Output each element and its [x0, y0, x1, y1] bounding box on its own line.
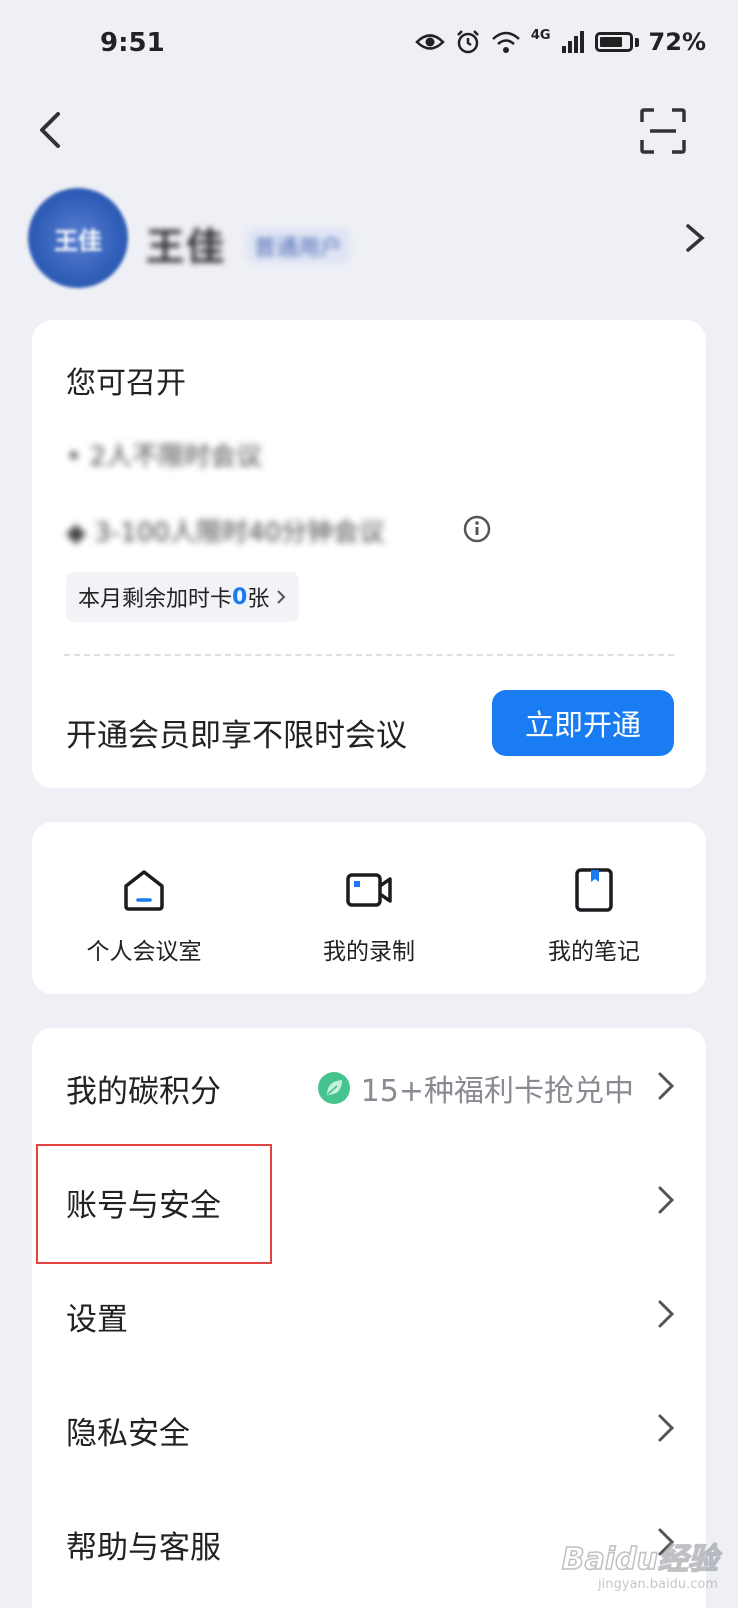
chevron-right-icon [658, 1072, 675, 1100]
username: 王佳 [146, 225, 227, 269]
settings-list: 我的碳积分 15+种福利卡抢兑中 账号与安全 设置 隐私安全 帮助与客服 [32, 1028, 706, 1608]
network-type: 4G [530, 28, 551, 43]
quick-label: 个人会议室 [86, 939, 202, 965]
benefit-text: 3-100人限时40分钟会议 [94, 518, 385, 548]
quick-notes[interactable]: 我的笔记 [482, 822, 706, 994]
list-item-settings[interactable]: 设置 [32, 1256, 706, 1370]
carbon-promo-text: 15+种福利卡抢兑中 [360, 1074, 634, 1109]
chevron-right-icon[interactable] [680, 218, 710, 258]
signal-icon [561, 31, 584, 53]
chevron-right-icon [658, 1300, 675, 1328]
member-card: 您可召开 • 2人不限时会议 ◆ 3-100人限时40分钟会议 本月剩余加时卡 … [32, 320, 706, 788]
quick-label: 我的笔记 [548, 939, 640, 965]
vip-promo-text: 开通会员即享不限时会议 [66, 718, 407, 754]
status-bar: 9:51 4G 72% [0, 0, 738, 90]
open-vip-button[interactable]: 立即开通 [492, 690, 674, 756]
highlight-annotation [36, 1144, 272, 1264]
avatar-text: 王佳 [54, 226, 102, 255]
chevron-right-icon [658, 1186, 675, 1214]
extend-card-quota[interactable]: 本月剩余加时卡 0 张 [66, 572, 300, 622]
quick-access-card: 个人会议室 我的录制 我的笔记 [32, 822, 706, 994]
back-arrow-icon[interactable] [30, 108, 74, 152]
quota-count: 0 [232, 584, 248, 610]
video-icon [346, 873, 392, 907]
chevron-right-icon [658, 1414, 675, 1442]
dashed-divider [64, 654, 674, 656]
scan-icon[interactable] [640, 108, 686, 154]
battery-level: 72% [648, 28, 706, 56]
quick-personal-room[interactable]: 个人会议室 [32, 822, 256, 994]
status-icons: 4G 72% [415, 28, 706, 56]
baidu-watermark: Baidu经验 jingyan.baidu.com [561, 1534, 719, 1592]
status-time: 9:51 [100, 28, 165, 58]
eye-icon [415, 34, 445, 50]
quick-recordings[interactable]: 我的录制 [257, 822, 481, 994]
watermark-url: jingyan.baidu.com [598, 1577, 718, 1592]
profile-header[interactable]: 王佳 王佳 普通用户 [28, 188, 710, 288]
quota-prefix: 本月剩余加时卡 [78, 587, 233, 612]
battery-icon [594, 32, 633, 52]
row-label: 帮助与客服 [66, 1530, 221, 1566]
leaf-icon [317, 1072, 350, 1104]
row-label: 设置 [66, 1302, 128, 1338]
benefit-text: 2人不限时会议 [89, 442, 263, 472]
notebook-icon [575, 868, 613, 912]
benefit-item: ◆ 3-100人限时40分钟会议 [66, 518, 385, 548]
benefit-item: • 2人不限时会议 [66, 442, 263, 472]
info-icon[interactable] [462, 514, 492, 544]
chevron-right-icon [277, 590, 286, 604]
watermark-text: Baidu经验 [561, 1541, 719, 1578]
avatar[interactable]: 王佳 [28, 188, 128, 288]
list-item-carbon-points[interactable]: 我的碳积分 15+种福利卡抢兑中 [32, 1028, 706, 1142]
quick-label: 我的录制 [323, 939, 415, 965]
home-icon [124, 870, 164, 911]
row-label: 我的碳积分 [66, 1074, 221, 1110]
wifi-icon [491, 31, 520, 53]
user-badge: 普通用户 [246, 228, 351, 264]
battery-cap [634, 37, 639, 47]
carbon-promo: 15+种福利卡抢兑中 [317, 1066, 634, 1110]
quota-suffix: 张 [247, 587, 270, 612]
list-item-privacy[interactable]: 隐私安全 [32, 1370, 706, 1484]
alarm-icon [456, 30, 479, 54]
row-label: 隐私安全 [66, 1416, 190, 1452]
member-card-title: 您可召开 [66, 366, 186, 401]
